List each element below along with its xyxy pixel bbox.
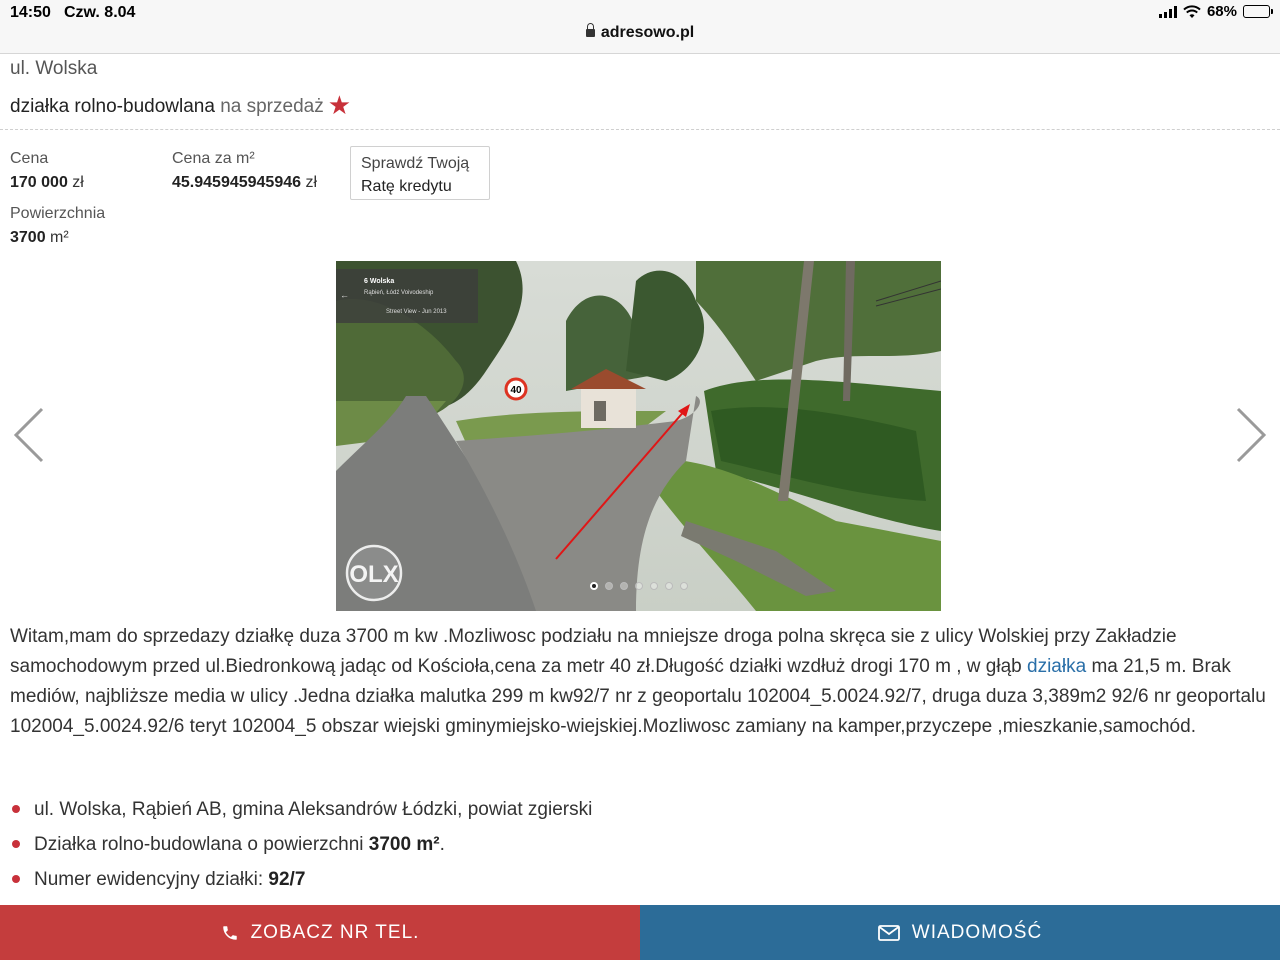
area-label: Powierzchnia: [10, 205, 106, 222]
send-message-label: WIADOMOŚĆ: [911, 921, 1043, 943]
listing-street: ul. Wolska: [10, 58, 98, 79]
status-date: Czw. 8.04: [64, 4, 136, 21]
credit-line1: Sprawdź Twoją: [361, 155, 470, 172]
gallery-dot[interactable]: [665, 582, 673, 590]
url-text: adresowo.pl: [600, 24, 695, 41]
status-right: 68%: [1158, 3, 1273, 20]
listing-offer-type: na sprzedaż: [214, 96, 324, 117]
sv-date: Street View - Jun 2013: [386, 309, 447, 315]
detail-type-suffix: .: [439, 834, 445, 855]
details-list: ul. Wolska, Rąbień AB, gmina Aleksandrów…: [10, 792, 1272, 897]
detail-parcel-label: Numer ewidencyjny działki:: [34, 869, 269, 890]
credit-line2: Ratę kredytu: [361, 178, 452, 195]
gallery-dot[interactable]: [620, 582, 628, 590]
gallery-pagination: [590, 582, 688, 590]
detail-parcel: Numer ewidencyjny działki: 92/7: [10, 862, 1272, 897]
gallery-dot[interactable]: [680, 582, 688, 590]
price-m2-value: 45.945945945946 zł: [172, 174, 317, 192]
phone-icon: [222, 925, 237, 940]
gallery-next-arrow-icon[interactable]: [1230, 405, 1270, 465]
gallery-dot[interactable]: [635, 582, 643, 590]
battery-icon: [1243, 5, 1273, 18]
price-label: Cena: [10, 150, 49, 167]
speed-sign-text: 40: [510, 385, 522, 396]
credit-calculator-button[interactable]: Sprawdź Twoją Ratę kredytu: [350, 146, 490, 200]
price-amount: 170 000: [10, 174, 68, 191]
area-amount: 3700: [10, 229, 46, 246]
olx-watermark: OLX: [349, 561, 398, 588]
gallery-prev-arrow-icon[interactable]: [10, 405, 50, 465]
battery-percent: 68%: [1206, 3, 1237, 20]
listing-title: działka rolno-budowlana na sprzedaż ★: [10, 90, 351, 121]
lock-icon: [585, 23, 595, 37]
divider: [0, 129, 1280, 130]
area-unit: m²: [45, 229, 69, 246]
send-message-button[interactable]: WIADOMOŚĆ: [640, 905, 1280, 960]
listing-type: działka rolno-budowlana: [10, 96, 215, 117]
detail-location: ul. Wolska, Rąbień AB, gmina Aleksandrów…: [10, 792, 1272, 827]
status-time: 14:50: [10, 4, 51, 21]
cellular-signal-icon: [1158, 5, 1177, 18]
sv-title: 6 Wolska: [364, 278, 394, 285]
price-unit: zł: [67, 174, 84, 191]
area-value: 3700 m²: [10, 229, 69, 247]
listing-photo[interactable]: 40 6 Wolska Rąbień, Łódź Voivodeship Str…: [336, 261, 941, 611]
detail-type: Działka rolno-budowlana o powierzchni 37…: [10, 827, 1272, 862]
svg-text:←: ←: [340, 290, 349, 300]
detail-type-area: 3700 m²: [368, 834, 440, 855]
gallery-dot[interactable]: [650, 582, 658, 590]
sv-location: Rąbień, Łódź Voivodeship: [364, 290, 434, 296]
address-bar[interactable]: adresowo.pl: [0, 23, 1280, 42]
show-phone-label: ZOBACZ NR TEL.: [250, 921, 420, 943]
action-bar: ZOBACZ NR TEL. WIADOMOŚĆ: [0, 905, 1280, 960]
detail-type-prefix: Działka rolno-budowlana o powierzchni: [34, 834, 369, 855]
detail-location-text: ul. Wolska, Rąbień AB, gmina Aleksandrów…: [34, 799, 593, 820]
ios-status-bar: 14:50 Czw. 8.04 68% adresowo.pl: [0, 0, 1280, 54]
description-link[interactable]: działka: [1027, 656, 1086, 677]
gallery-dot[interactable]: [605, 582, 613, 590]
price-m2-amount: 45.945945945946: [172, 174, 302, 191]
favorite-star-icon[interactable]: ★: [328, 90, 351, 120]
envelope-icon: [877, 924, 900, 941]
description-part1: Witam,mam do sprzedazy działkę duza 3700…: [10, 626, 1177, 677]
street-view-image: 40 6 Wolska Rąbień, Łódź Voivodeship Str…: [336, 261, 941, 611]
wifi-icon: [1183, 4, 1201, 18]
listing-description: Witam,mam do sprzedazy działkę duza 3700…: [10, 622, 1272, 742]
price-m2-label: Cena za m²: [172, 150, 255, 167]
gallery-dot[interactable]: [590, 582, 598, 590]
price-m2-unit: zł: [301, 174, 318, 191]
show-phone-button[interactable]: ZOBACZ NR TEL.: [0, 905, 640, 960]
detail-parcel-value: 92/7: [268, 869, 306, 890]
price-value: 170 000 zł: [10, 174, 84, 192]
